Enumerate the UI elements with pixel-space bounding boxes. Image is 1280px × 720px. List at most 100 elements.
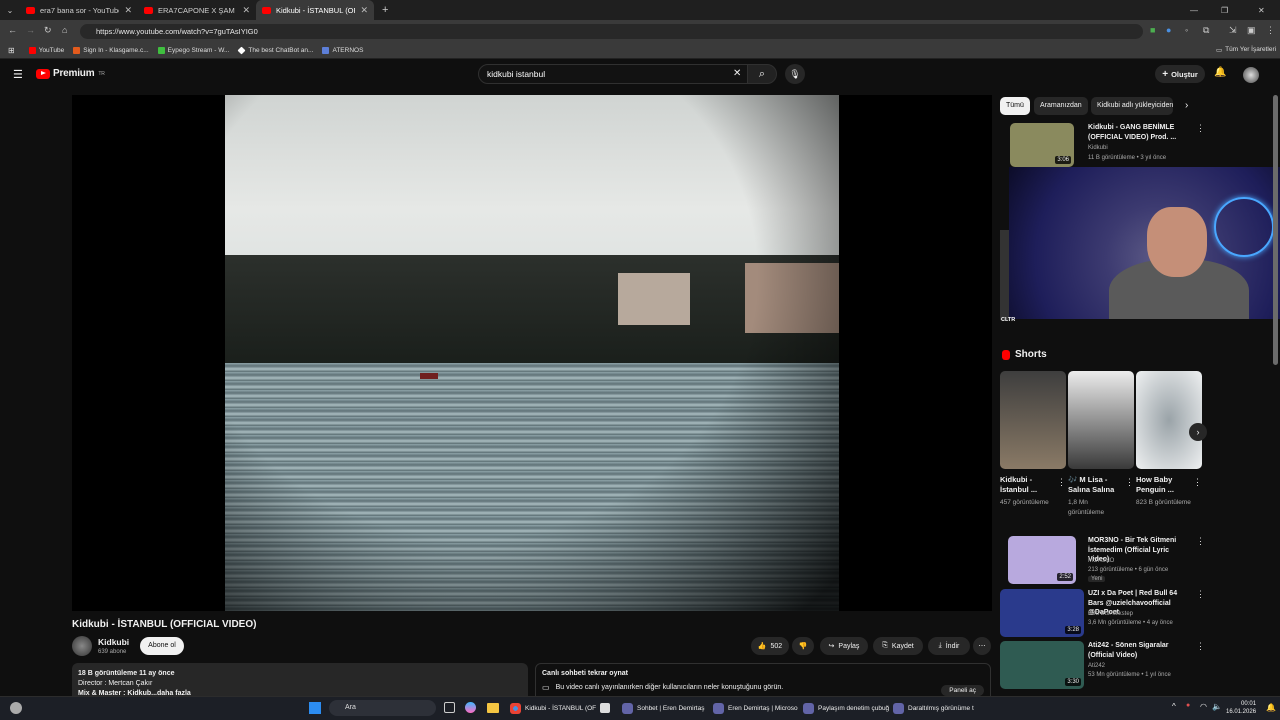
chips-next-icon[interactable]: › xyxy=(1185,100,1188,111)
copilot-icon[interactable] xyxy=(465,702,476,713)
account-avatar[interactable] xyxy=(1243,67,1259,83)
more-vertical-icon[interactable]: ⋮ xyxy=(1057,477,1066,488)
channel-avatar[interactable] xyxy=(72,636,92,656)
more-vertical-icon[interactable]: ⋮ xyxy=(1196,641,1205,652)
notifications-bell-icon[interactable]: 🔔 xyxy=(1214,67,1226,78)
bookmark-item[interactable]: The best ChatBot an... xyxy=(237,46,313,54)
share-icon: ↪ xyxy=(828,643,835,650)
weather-icon[interactable] xyxy=(10,702,22,714)
taskbar-app-teams[interactable]: Sohbet | Eren Demirtaş xyxy=(622,700,704,716)
browser-tab-active[interactable]: Kidkubi - İSTANBUL (OFFICIAL V ✕ xyxy=(256,0,374,20)
dislike-button[interactable]: 👎 xyxy=(792,637,814,655)
profile-icon[interactable]: ▣ xyxy=(1247,25,1256,36)
close-tab-icon[interactable]: ✕ xyxy=(360,5,368,16)
taskbar-search[interactable]: Ara xyxy=(329,700,436,716)
related-video[interactable]: 3:06 Kidkubi - GANG BENİMLE (OFFICIAL VI… xyxy=(1000,123,1205,167)
all-bookmarks[interactable]: ▭ Tüm Yer İşaretleri xyxy=(1216,46,1276,54)
windows-start-icon[interactable] xyxy=(309,702,321,714)
forward-icon[interactable]: → xyxy=(26,25,35,35)
back-icon[interactable]: ← xyxy=(8,25,17,35)
share-button[interactable]: ↪ Paylaş xyxy=(820,637,868,655)
bookmark-icon: ⎘ xyxy=(882,642,888,649)
close-tab-icon[interactable]: ✕ xyxy=(124,5,132,16)
short-thumbnail[interactable] xyxy=(1068,371,1134,469)
short-item[interactable]: Kidkubi - İstanbul ... 457 görüntüleme ⋮ xyxy=(1000,371,1066,508)
more-vertical-icon[interactable]: ⋮ xyxy=(1196,123,1205,134)
volume-icon[interactable]: 🔈 xyxy=(1212,702,1222,711)
video-duration: 2:52 xyxy=(1057,573,1073,581)
maximize-icon[interactable]: ❐ xyxy=(1221,6,1228,15)
search-input[interactable]: kidkubi istanbul xyxy=(478,64,748,84)
url-field[interactable]: https://www.youtube.com/watch?v=7guTAsIY… xyxy=(80,24,1143,39)
taskbar-clock[interactable]: 00:01 16.01.2026 xyxy=(1226,700,1256,716)
extension-icon[interactable]: ◦ xyxy=(1185,25,1188,35)
task-view-icon[interactable] xyxy=(444,702,455,713)
short-thumbnail[interactable] xyxy=(1136,371,1202,469)
more-vertical-icon[interactable]: ⋮ xyxy=(1125,477,1134,488)
download-button[interactable]: ⤓ İndir xyxy=(928,637,970,655)
taskbar-app-teams[interactable]: Daraltılmış görünüme t xyxy=(893,700,974,716)
downloads-icon[interactable]: ⇲ xyxy=(1229,25,1237,36)
tray-chevron-icon[interactable]: ^ xyxy=(1172,702,1176,711)
short-item[interactable]: 🎶 M Lisa - Salına Salına 1,8 Mn görüntül… xyxy=(1068,371,1134,518)
video-thumbnail[interactable]: 2:52 xyxy=(1008,536,1076,584)
new-tab-button[interactable]: + xyxy=(382,4,388,16)
bookmark-item[interactable]: ATERNOS xyxy=(322,46,363,54)
bookmark-item[interactable]: Eypego Stream - W... xyxy=(157,46,229,54)
shorts-next-button[interactable]: › xyxy=(1189,423,1207,441)
bookmark-item[interactable]: YouTube xyxy=(28,46,64,54)
minimize-icon[interactable]: — xyxy=(1190,6,1198,15)
notification-center-icon[interactable]: 🔔 xyxy=(1266,703,1276,712)
video-thumbnail[interactable]: 3:06 xyxy=(1010,123,1074,167)
browser-tab[interactable]: era7 bana sor - YouTube ✕ xyxy=(20,0,138,20)
extension-icon[interactable]: ● xyxy=(1166,25,1171,35)
teams-icon xyxy=(803,702,814,714)
save-button[interactable]: ⎘ Kaydet xyxy=(873,637,923,655)
extension-icon[interactable]: ■ xyxy=(1150,25,1155,35)
youtube-premium-logo[interactable]: Premium TR xyxy=(36,68,105,79)
browser-tab[interactable]: ERA7CAPONE X ŞAM - BANA S ✕ xyxy=(138,0,256,20)
close-tab-icon[interactable]: ✕ xyxy=(242,5,250,16)
network-icon[interactable]: ◠ xyxy=(1200,702,1207,711)
short-thumbnail[interactable] xyxy=(1000,371,1066,469)
bookmark-item[interactable]: Sign In - Klasgame.c... xyxy=(73,46,149,54)
app-icon[interactable] xyxy=(600,703,610,713)
chip-from-search[interactable]: Aramanızdan xyxy=(1034,97,1088,115)
apps-grid-icon[interactable]: ⊞ xyxy=(8,46,15,55)
taskbar-app-teams[interactable]: Eren Demirtaş | Microso xyxy=(713,700,798,716)
taskbar-app-chrome[interactable]: Kidkubi - İSTANBUL (OF xyxy=(510,700,596,716)
hamburger-menu-icon[interactable]: ☰ xyxy=(13,68,23,81)
home-icon[interactable]: ⌂ xyxy=(62,25,67,35)
like-button[interactable]: 👍 502 xyxy=(751,637,789,655)
voice-search-button[interactable]: 🎙 xyxy=(785,64,805,84)
related-video[interactable]: 3:28 UZI x Da Poet | Red Bull 64 Bars @u… xyxy=(1000,589,1205,637)
search-button[interactable]: ⌕ xyxy=(747,64,777,84)
more-vertical-icon[interactable]: ⋮ xyxy=(1193,477,1202,488)
video-thumbnail[interactable]: 3:30 xyxy=(1000,641,1084,689)
chip-from-uploader[interactable]: Kidkubi adlı yükleyiciden xyxy=(1091,97,1173,115)
file-explorer-icon[interactable] xyxy=(487,703,499,713)
video-thumbnail[interactable]: 3:28 xyxy=(1000,589,1084,637)
reload-icon[interactable]: ↻ xyxy=(44,25,52,36)
more-actions-button[interactable]: ⋯ xyxy=(973,637,991,655)
page-scrollbar[interactable] xyxy=(1273,95,1278,365)
video-frame[interactable] xyxy=(225,95,839,611)
tab-search-icon[interactable]: ⌄ xyxy=(0,6,20,15)
channel-name[interactable]: Kidkubi xyxy=(98,637,129,647)
related-video[interactable]: 2:52 MOR3NO - Bir Tek Gitmeni İstemedim … xyxy=(1000,536,1205,584)
open-panel-button[interactable]: Paneli aç xyxy=(941,685,984,696)
browser-menu-icon[interactable]: ⋮ xyxy=(1266,25,1275,36)
taskbar-app-teams[interactable]: Paylaşım denetim çubuğ xyxy=(803,700,889,716)
subscribe-button[interactable]: Abone ol xyxy=(140,637,184,655)
clear-search-icon[interactable]: ✕ xyxy=(733,68,741,79)
microphone-tray-icon[interactable]: ● xyxy=(1186,702,1190,709)
more-vertical-icon[interactable]: ⋮ xyxy=(1196,536,1205,547)
more-vertical-icon[interactable]: ⋮ xyxy=(1196,589,1205,600)
create-button[interactable]: + Oluştur xyxy=(1155,65,1205,83)
thumbs-up-icon: 👍 xyxy=(757,643,767,650)
close-window-icon[interactable]: ✕ xyxy=(1258,6,1265,15)
chip-all[interactable]: Tümü xyxy=(1000,97,1030,115)
extensions-puzzle-icon[interactable]: ⧉ xyxy=(1203,25,1209,36)
shorts-header: Shorts xyxy=(1002,349,1047,360)
related-video[interactable]: 3:30 Ati242 - Sönen Sigaralar (Official … xyxy=(1000,641,1205,689)
